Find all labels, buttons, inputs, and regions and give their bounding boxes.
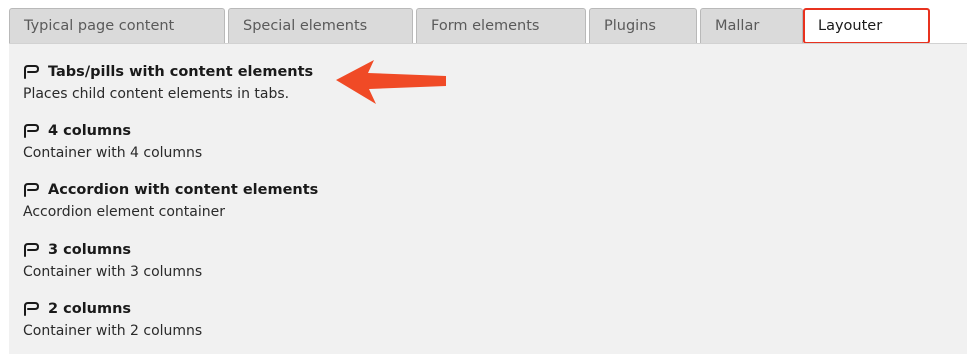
tab-plugins[interactable]: Plugins [589,8,697,43]
content-element-3-columns[interactable]: 3 columns Container with 3 columns [23,240,202,281]
tab-bar: Typical page content Special elements Fo… [9,8,967,44]
tab-special-elements[interactable]: Special elements [228,8,413,43]
content-element-title[interactable]: Accordion with content elements [23,180,318,200]
new-content-element-wizard: Typical page content Special elements Fo… [0,0,973,354]
content-element-description: Container with 2 columns [23,323,203,339]
layout-element-icon [24,65,39,79]
content-element-accordion[interactable]: Accordion with content elements Accordio… [23,180,318,221]
content-element-description: Accordion element container [23,204,225,220]
content-element-description: Container with 3 columns [23,264,203,280]
layout-element-icon [24,124,39,138]
content-element-title-text: 4 columns [48,123,132,139]
tab-typical-page-content[interactable]: Typical page content [9,8,225,43]
tab-label: Special elements [243,18,368,34]
content-element-title[interactable]: 3 columns [23,240,202,260]
tab-form-elements[interactable]: Form elements [416,8,586,43]
tab-label: Form elements [431,18,540,34]
tab-label: Layouter [818,18,883,34]
content-element-title-text: 3 columns [48,242,132,258]
pointer-arrow-icon [336,60,446,104]
content-element-2-columns[interactable]: 2 columns Container with 2 columns [23,299,202,340]
content-element-description: Container with 4 columns [23,145,203,161]
tab-mallar[interactable]: Mallar [700,8,803,43]
tab-label: Plugins [604,18,656,34]
tab-layouter[interactable]: Layouter [803,8,930,44]
content-element-title-text: 2 columns [48,301,132,317]
layout-element-icon [24,302,39,316]
tab-label: Typical page content [24,18,175,34]
tab-label: Mallar [715,18,760,34]
content-element-4-columns[interactable]: 4 columns Container with 4 columns [23,121,202,162]
tab-content-panel: Tabs/pills with content elements Places … [9,43,967,354]
content-element-title-text: Tabs/pills with content elements [48,64,314,80]
content-element-title[interactable]: 4 columns [23,121,202,141]
content-element-tabs-pills[interactable]: Tabs/pills with content elements Places … [23,62,313,103]
content-element-title-text: Accordion with content elements [48,182,319,198]
layout-element-icon [24,243,39,257]
content-element-title[interactable]: Tabs/pills with content elements [23,62,313,82]
layout-element-icon [24,183,39,197]
content-element-description: Places child content elements in tabs. [23,86,290,102]
content-element-title[interactable]: 2 columns [23,299,202,319]
